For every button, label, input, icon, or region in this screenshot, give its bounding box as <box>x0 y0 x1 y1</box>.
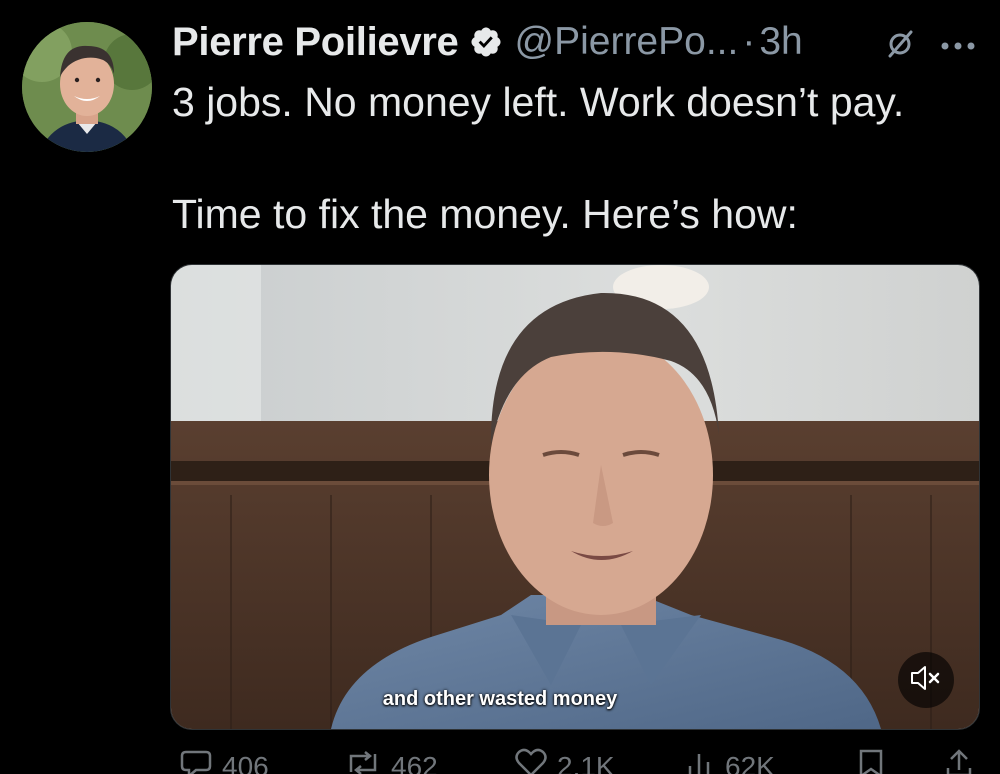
timestamp[interactable]: 3h <box>759 20 802 64</box>
like-button[interactable]: 2.1K <box>515 748 615 774</box>
grok-icon[interactable] <box>884 28 916 65</box>
tweet-text: 3 jobs. No money left. Work doesn’t pay.… <box>172 79 905 237</box>
author-handle[interactable]: @PierrePo... <box>515 20 739 64</box>
bookmark-icon <box>858 748 884 774</box>
views-button[interactable]: 62K <box>685 748 775 774</box>
more-icon[interactable] <box>940 38 976 56</box>
reply-button[interactable]: 406 <box>180 748 269 774</box>
views-icon <box>685 748 715 774</box>
separator-dot: · <box>742 20 756 63</box>
views-count: 62K <box>725 750 775 774</box>
like-count: 2.1K <box>557 750 615 774</box>
share-button[interactable] <box>945 748 973 774</box>
tweet-actions: 406 462 2.1K 62K <box>170 748 980 774</box>
repost-button[interactable]: 462 <box>345 748 438 774</box>
video-caption: and other wasted money <box>382 688 618 710</box>
reply-count: 406 <box>222 750 269 774</box>
heart-icon <box>515 748 547 774</box>
reply-icon <box>180 748 212 774</box>
mute-button[interactable] <box>898 652 954 708</box>
volume-mute-icon <box>910 664 942 697</box>
bookmark-button[interactable] <box>858 748 884 774</box>
avatar[interactable] <box>22 22 152 152</box>
tweet-header: Pierre Poilievre @PierrePo... · 3h <box>172 14 803 70</box>
video-player[interactable] <box>170 264 980 730</box>
verified-badge-icon[interactable] <box>469 25 503 59</box>
share-icon <box>945 748 973 774</box>
author-name[interactable]: Pierre Poilievre <box>172 20 459 65</box>
repost-count: 462 <box>391 750 438 774</box>
tweet: Pierre Poilievre @PierrePo... · 3h 3 job… <box>0 0 1000 774</box>
repost-icon <box>345 748 381 774</box>
